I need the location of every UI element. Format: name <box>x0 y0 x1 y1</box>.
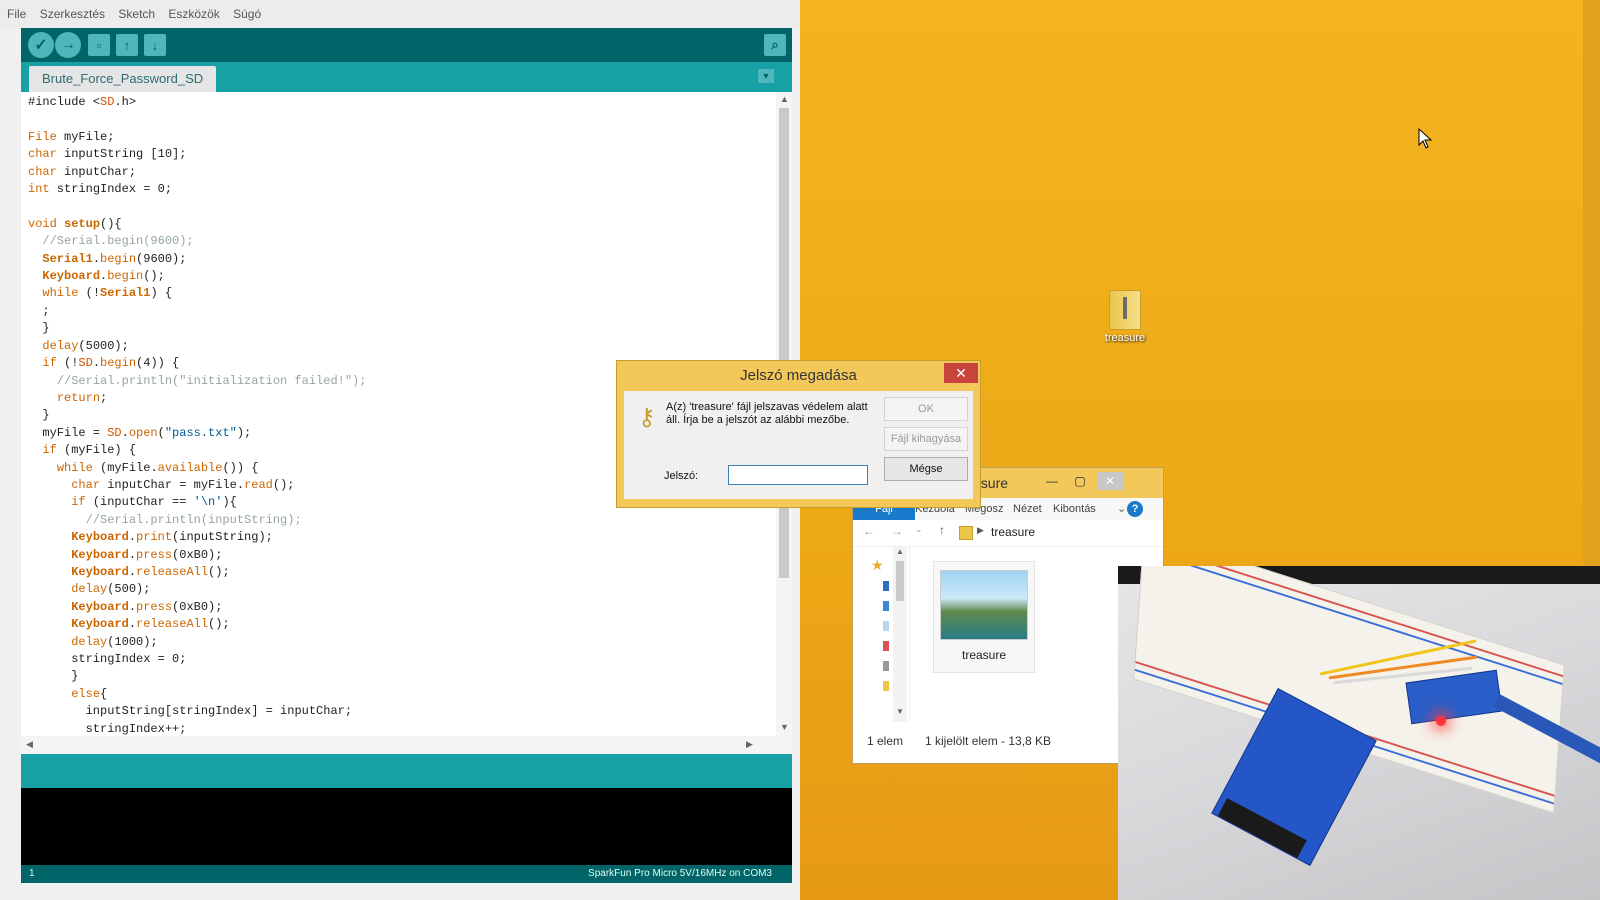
board-port-label: SparkFun Pro Micro 5V/16MHz on COM3 <box>588 868 772 879</box>
password-input[interactable] <box>728 465 868 485</box>
computer-icon[interactable] <box>883 661 889 671</box>
image-thumbnail <box>940 570 1028 640</box>
save-sketch-button[interactable]: ↓ <box>144 34 166 56</box>
skip-file-button[interactable]: Fájl kihagyása <box>884 427 968 451</box>
menu-tools[interactable]: Eszközök <box>168 7 219 21</box>
menu-file[interactable]: File <box>7 7 26 21</box>
dialog-title: Jelszó megadása <box>740 367 857 384</box>
libraries-icon[interactable] <box>883 641 889 651</box>
upload-button[interactable]: → <box>55 32 81 58</box>
password-label: Jelszó: <box>664 470 699 482</box>
minimize-icon: — <box>1046 474 1058 488</box>
breadcrumb-separator-icon: ▶ <box>977 525 984 535</box>
maximize-button[interactable]: ▢ <box>1067 472 1093 490</box>
menu-sketch[interactable]: Sketch <box>118 7 155 21</box>
ribbon-tab-extract[interactable]: Kibontás <box>1047 498 1102 520</box>
close-icon: ✕ <box>955 365 967 381</box>
editor-horizontal-scrollbar[interactable]: ◀ ▶ <box>21 736 792 754</box>
item-count: 1 elem <box>867 734 904 748</box>
nav-scrollbar[interactable]: ▲ ▼ <box>893 547 907 722</box>
question-icon: ? <box>1131 503 1139 515</box>
navigation-pane[interactable]: ★ ▲ ▼ <box>853 547 910 722</box>
desktop-icon[interactable] <box>883 581 889 591</box>
help-button[interactable]: ? <box>1127 501 1143 517</box>
board-led <box>1436 716 1446 726</box>
menu-edit[interactable]: Szerkesztés <box>40 7 105 21</box>
address-bar[interactable]: ← → ⌄ ↑ ▶ treasure <box>853 520 1163 547</box>
chevron-down-icon: ⌄ <box>1117 503 1127 515</box>
recent-dropdown-icon[interactable]: ⌄ <box>915 524 923 535</box>
tab-brute-force-password-sd[interactable]: Brute_Force_Password_SD <box>29 66 217 92</box>
up-arrow-icon[interactable]: ↑ <box>939 523 945 537</box>
scroll-right-icon[interactable]: ▶ <box>746 739 753 750</box>
ok-button[interactable]: OK <box>884 397 968 421</box>
close-icon: ✕ <box>1104 474 1116 488</box>
message-bar <box>21 754 792 788</box>
scroll-down-icon[interactable]: ▼ <box>896 707 904 716</box>
dialog-message: A(z) 'treasure' fájl jelszavas védelem a… <box>666 401 868 426</box>
dialog-body: ⚷ A(z) 'treasure' fájl jelszavas védelem… <box>624 391 973 499</box>
minimize-button[interactable]: — <box>1039 472 1065 490</box>
verify-button[interactable]: ✓ <box>28 32 54 58</box>
file-item-treasure[interactable]: treasure <box>933 561 1035 673</box>
folder-icon <box>959 526 973 540</box>
explorer-status-bar: 1 elem 1 kijelölt elem - 13,8 KB <box>853 722 1163 762</box>
menu-help[interactable]: Súgó <box>233 7 261 21</box>
serial-monitor-button[interactable]: ⌕ <box>764 34 786 56</box>
menu-bar: File Szerkesztés Sketch Eszközök Súgó <box>0 0 800 28</box>
status-footer: 1 SparkFun Pro Micro 5V/16MHz on COM3 <box>21 865 792 883</box>
open-arrow-up-icon: ↑ <box>123 37 131 53</box>
scroll-down-icon[interactable]: ▼ <box>780 722 789 732</box>
folder-label: treasure <box>1104 332 1146 344</box>
output-console[interactable] <box>21 788 792 865</box>
open-sketch-button[interactable]: ↑ <box>116 34 138 56</box>
star-icon[interactable]: ★ <box>871 557 884 574</box>
sd-card-slot <box>1217 798 1307 859</box>
ribbon-tab-view[interactable]: Nézet <box>1007 498 1048 520</box>
key-icon: ⚷ <box>638 404 656 431</box>
desktop-folder-treasure[interactable]: treasure <box>1095 290 1155 344</box>
line-number: 1 <box>29 868 35 879</box>
maximize-icon: ▢ <box>1074 474 1086 488</box>
new-sketch-button[interactable]: ▫ <box>88 34 110 56</box>
scroll-up-icon[interactable]: ▲ <box>896 547 904 556</box>
scroll-thumb[interactable] <box>896 561 904 601</box>
mouse-cursor-icon <box>1418 128 1433 149</box>
folder-icon[interactable] <box>883 681 889 691</box>
downloads-icon[interactable] <box>883 601 889 611</box>
arrow-right-icon: → <box>60 36 76 53</box>
scroll-up-icon[interactable]: ▲ <box>780 94 789 104</box>
cancel-button[interactable]: Mégse <box>884 457 968 481</box>
magnifier-icon: ⌕ <box>771 37 779 52</box>
zip-folder-icon <box>1109 290 1141 330</box>
back-icon[interactable]: ← <box>863 524 875 538</box>
dialog-close-button[interactable]: ✕ <box>944 363 978 383</box>
toolbar: ✓ → ▫ ↑ ↓ ⌕ <box>21 28 792 62</box>
recent-icon[interactable] <box>883 621 889 631</box>
scroll-left-icon[interactable]: ◀ <box>26 739 33 750</box>
save-arrow-down-icon: ↓ <box>151 37 159 53</box>
chevron-down-icon: ▼ <box>761 71 771 81</box>
selected-info: 1 kijelölt elem - 13,8 KB <box>925 734 1052 748</box>
webcam-inset <box>1118 566 1600 900</box>
breadcrumb-treasure[interactable]: treasure <box>991 525 1035 539</box>
new-file-icon: ▫ <box>96 37 102 53</box>
checkmark-icon: ✓ <box>34 37 48 54</box>
explorer-close-button[interactable]: ✕ <box>1097 472 1123 490</box>
password-dialog: Jelszó megadása ✕ ⚷ A(z) 'treasure' fájl… <box>616 360 981 508</box>
file-label: treasure <box>961 648 1007 662</box>
tab-menu-button[interactable]: ▼ <box>758 69 774 83</box>
sketch-tab-bar: Brute_Force_Password_SD ▼ <box>21 62 792 92</box>
code-text[interactable]: #include <SD.h> File myFile; char inputS… <box>28 94 366 736</box>
forward-icon[interactable]: → <box>891 524 903 538</box>
